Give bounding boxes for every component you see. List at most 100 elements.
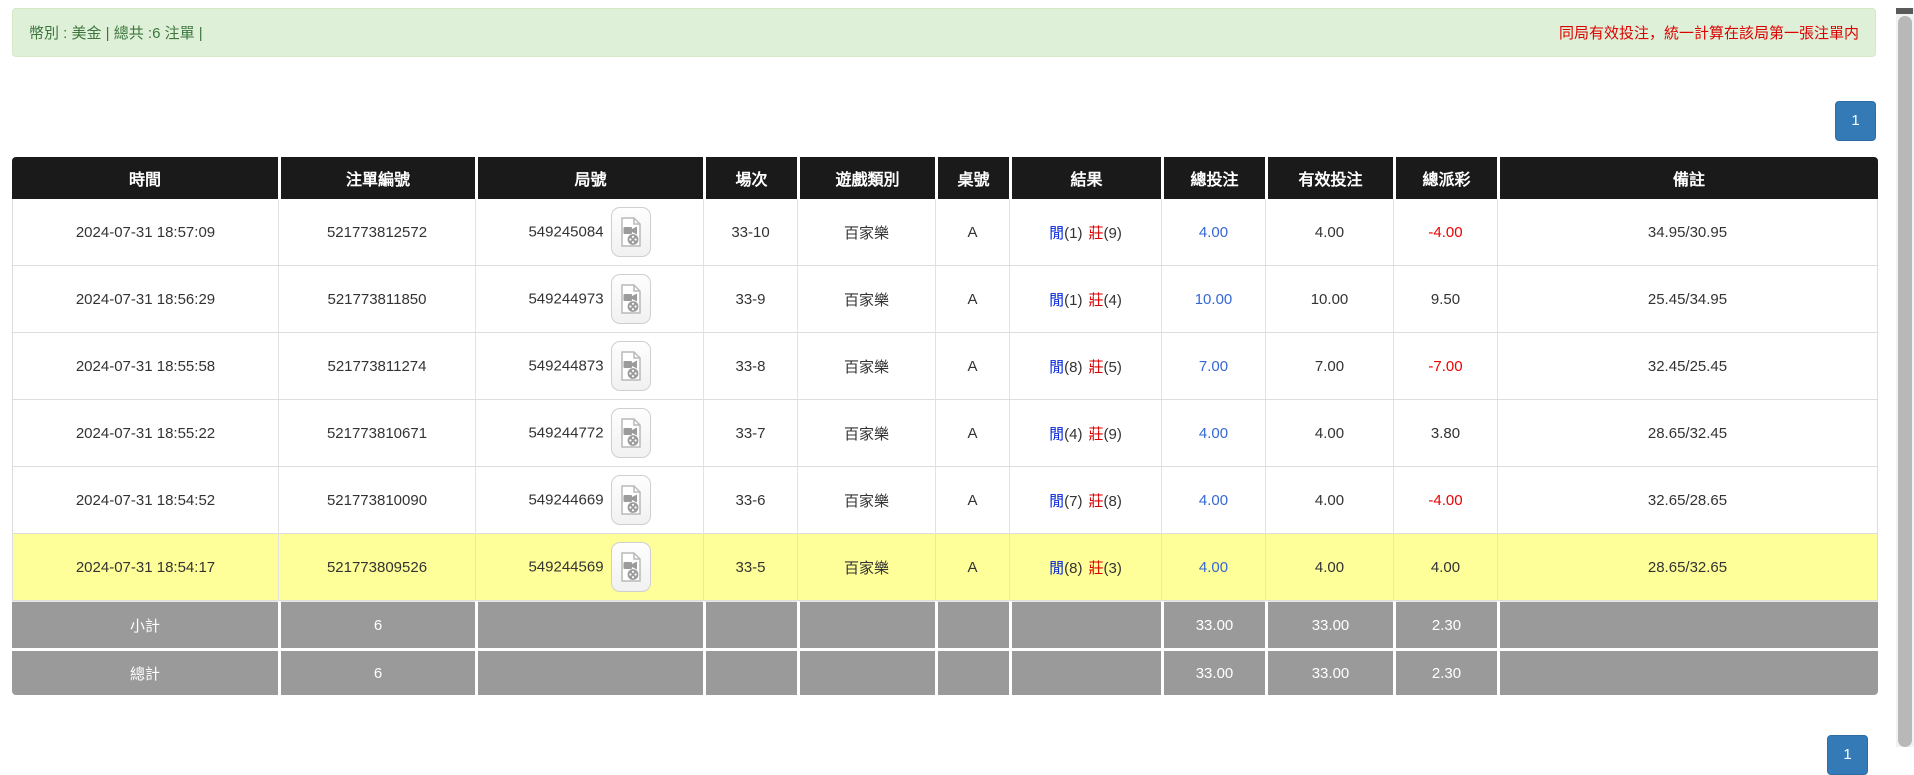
grand-total-count: 6	[278, 648, 475, 695]
cell-remark: 32.45/25.45	[1497, 333, 1878, 400]
cell-remark: 28.65/32.45	[1497, 400, 1878, 467]
payout-value: -4.00	[1428, 223, 1463, 241]
pagination-page-1-top[interactable]: 1	[1835, 101, 1876, 141]
header-remark: 備註	[1497, 157, 1878, 199]
scrollbar-thumb[interactable]	[1898, 16, 1912, 747]
cell-session: 33-10	[703, 199, 797, 266]
total-bet-link[interactable]: 4.00	[1199, 559, 1228, 576]
cell-bet-id: 521773812572	[278, 199, 475, 266]
table-row: 2024-07-31 18:55:58 521773811274 5492448…	[12, 333, 1878, 400]
cell-table-no: A	[935, 199, 1009, 266]
video-replay-button[interactable]	[610, 274, 651, 324]
table-row: 2024-07-31 18:57:09 521773812572 5492450…	[12, 199, 1878, 266]
cell-result: 閒(4) 莊(9)	[1009, 400, 1161, 467]
video-film-icon	[620, 552, 641, 582]
table-footer: 小計 6 33.00 33.00 2.30 總計 6 33.00 33.00 2…	[12, 601, 1878, 695]
cell-game-type: 百家樂	[797, 534, 935, 601]
result-player-label: 閒	[1049, 224, 1065, 242]
subtotal-payout: 2.30	[1393, 601, 1497, 648]
cell-payout: -4.00	[1393, 199, 1497, 266]
video-film-icon	[620, 217, 641, 247]
grand-total-row: 總計 6 33.00 33.00 2.30	[12, 648, 1878, 695]
cell-session: 33-5	[703, 534, 797, 601]
table-body: 2024-07-31 18:57:09 521773812572 5492450…	[12, 199, 1878, 601]
cell-table-no: A	[935, 400, 1009, 467]
cell-session: 33-7	[703, 400, 797, 467]
result-banker-label: 莊	[1088, 492, 1104, 510]
cell-round: 549244973	[475, 266, 703, 333]
cell-total-bet: 7.00	[1161, 333, 1265, 400]
table-row: 2024-07-31 18:54:52 521773810090 5492446…	[12, 467, 1878, 534]
cell-table-no: A	[935, 534, 1009, 601]
cell-bet-id: 521773811850	[278, 266, 475, 333]
cell-remark: 34.95/30.95	[1497, 199, 1878, 266]
result-player-value: (7)	[1064, 492, 1083, 510]
cell-time: 2024-07-31 18:54:52	[12, 467, 278, 534]
result-banker-label: 莊	[1088, 224, 1104, 242]
header-bet-id: 注單編號	[278, 157, 475, 199]
total-bet-link[interactable]: 4.00	[1199, 492, 1228, 509]
cell-bet-id: 521773809526	[278, 534, 475, 601]
cell-payout: 9.50	[1393, 266, 1497, 333]
result-player-label: 閒	[1049, 291, 1065, 309]
cell-valid-bet: 4.00	[1265, 467, 1393, 534]
video-replay-button[interactable]	[610, 207, 651, 257]
result-banker-value: (4)	[1103, 291, 1122, 309]
total-bet-link[interactable]: 4.00	[1199, 425, 1228, 442]
result-player-value: (8)	[1064, 559, 1083, 577]
cell-game-type: 百家樂	[797, 467, 935, 534]
grand-total-payout: 2.30	[1393, 648, 1497, 695]
total-bet-link[interactable]: 4.00	[1199, 224, 1228, 241]
round-number: 549245084	[528, 223, 604, 241]
cell-result: 閒(8) 莊(3)	[1009, 534, 1161, 601]
cell-round: 549244569	[475, 534, 703, 601]
cell-game-type: 百家樂	[797, 199, 935, 266]
cell-game-type: 百家樂	[797, 333, 935, 400]
payout-value: -7.00	[1428, 357, 1463, 375]
cell-valid-bet: 4.00	[1265, 199, 1393, 266]
subtotal-total-bet: 33.00	[1161, 601, 1265, 648]
grand-total-label: 總計	[12, 648, 278, 695]
cell-session: 33-6	[703, 467, 797, 534]
scrollbar-track[interactable]	[1896, 8, 1914, 747]
result-banker-value: (5)	[1103, 358, 1122, 376]
result-player-value: (1)	[1064, 224, 1083, 242]
video-film-icon	[620, 418, 641, 448]
currency-summary-text: 幣別 : 美金 | 總共 :6 注單 |	[29, 25, 203, 42]
cell-time: 2024-07-31 18:54:17	[12, 534, 278, 601]
result-player-value: (1)	[1064, 291, 1083, 309]
cell-session: 33-8	[703, 333, 797, 400]
cell-result: 閒(1) 莊(9)	[1009, 199, 1161, 266]
result-banker-value: (9)	[1103, 425, 1122, 443]
header-round: 局號	[475, 157, 703, 199]
info-bar: 幣別 : 美金 | 總共 :6 注單 | 同局有效投注，統一計算在該局第一張注單…	[12, 8, 1876, 57]
grand-total-total-bet: 33.00	[1161, 648, 1265, 695]
payout-value: -4.00	[1428, 491, 1463, 509]
table-header: 時間 注單編號 局號 場次 遊戲類別 桌號 結果 總投注 有效投注 總派彩 備註	[12, 157, 1878, 199]
round-number: 549244669	[528, 491, 604, 509]
video-replay-button[interactable]	[610, 408, 651, 458]
result-player-value: (8)	[1064, 358, 1083, 376]
payout-value: 9.50	[1430, 290, 1461, 308]
pagination-bottom: 1	[1827, 735, 1868, 775]
cell-payout: 4.00	[1393, 534, 1497, 601]
total-bet-link[interactable]: 10.00	[1195, 291, 1233, 308]
cell-table-no: A	[935, 333, 1009, 400]
video-film-icon	[620, 284, 641, 314]
result-player-label: 閒	[1049, 492, 1065, 510]
header-total-bet: 總投注	[1161, 157, 1265, 199]
pagination-page-1-bottom[interactable]: 1	[1827, 735, 1868, 775]
result-player-label: 閒	[1049, 559, 1065, 577]
cell-time: 2024-07-31 18:56:29	[12, 266, 278, 333]
header-result: 結果	[1009, 157, 1161, 199]
cell-session: 33-9	[703, 266, 797, 333]
cell-payout: 3.80	[1393, 400, 1497, 467]
video-replay-button[interactable]	[610, 475, 651, 525]
round-number: 549244569	[528, 558, 604, 576]
total-bet-link[interactable]: 7.00	[1199, 358, 1228, 375]
cell-remark: 28.65/32.65	[1497, 534, 1878, 601]
video-replay-button[interactable]	[610, 341, 651, 391]
cell-round: 549245084	[475, 199, 703, 266]
header-game-type: 遊戲類別	[797, 157, 935, 199]
video-replay-button[interactable]	[610, 542, 651, 592]
